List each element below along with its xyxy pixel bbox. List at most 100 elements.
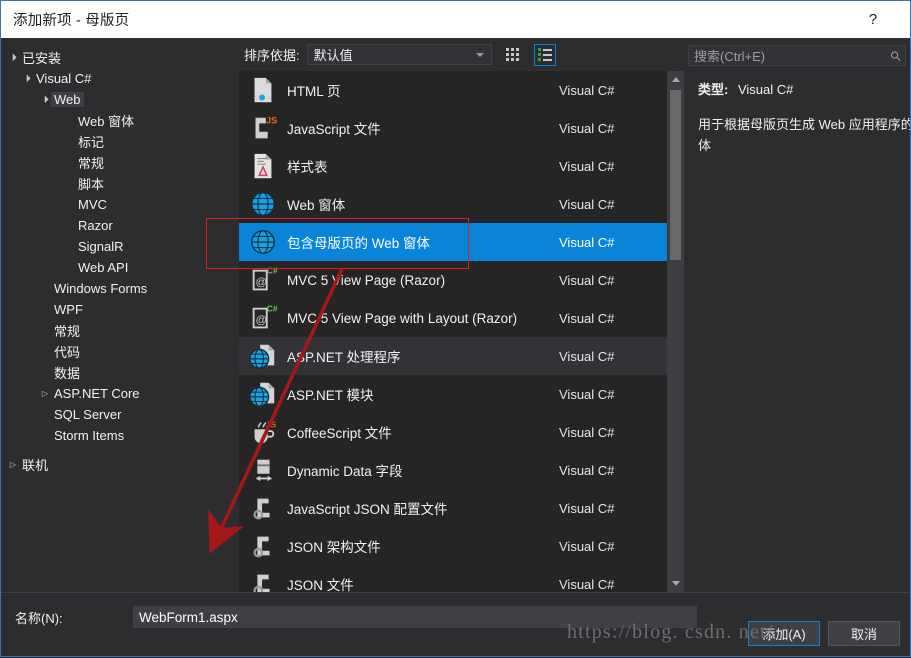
templates-list: < > HTML 页 Visual C# JS JavaScript 文件 Visual C… bbox=[239, 71, 667, 592]
list-item-name: Dynamic Data 字段 bbox=[287, 464, 403, 479]
sidebar-item-label: MVC bbox=[78, 197, 107, 212]
razor-view-icon: @C# bbox=[252, 265, 278, 291]
tile-view-button[interactable] bbox=[502, 44, 524, 66]
details-pane: 搜索(Ctrl+E) 类型: Visual C# 用于根据母版页生成 Web 应… bbox=[684, 38, 910, 592]
sidebar-item-11[interactable]: Windows Forms bbox=[1, 278, 239, 299]
json-file-icon bbox=[253, 574, 270, 592]
list-item-language: Visual C# bbox=[559, 196, 615, 212]
javascript-file-icon: JS bbox=[255, 115, 277, 139]
aspnet-module-icon bbox=[249, 382, 275, 407]
sort-by-dropdown[interactable]: 默认值 bbox=[306, 44, 492, 65]
expand-arrow-icon[interactable]: ◢ bbox=[38, 93, 51, 106]
sidebar-item-18[interactable]: Storm Items bbox=[1, 425, 239, 446]
cancel-button[interactable]: 取消 bbox=[828, 621, 900, 646]
list-item[interactable]: JavaScript JSON 配置文件 Visual C# bbox=[239, 489, 667, 527]
json-config-file-icon bbox=[253, 498, 270, 520]
sidebar-item-10[interactable]: Web API bbox=[1, 257, 239, 278]
dynamic-data-field-icon bbox=[256, 459, 272, 482]
details-body: 类型: Visual C# 用于根据母版页生成 Web 应用程序的窗体 bbox=[684, 79, 910, 156]
sidebar-item-label: 数据 bbox=[54, 366, 81, 381]
sidebar-item-5[interactable]: 常规 bbox=[1, 152, 239, 173]
list-item-language: Visual C# bbox=[559, 500, 615, 516]
help-icon[interactable]: ? bbox=[862, 8, 884, 30]
expand-arrow-icon[interactable]: ◢ bbox=[20, 72, 33, 85]
details-type-label: 类型: bbox=[698, 82, 729, 97]
list-item[interactable]: < > HTML 页 Visual C# bbox=[239, 71, 667, 109]
svg-text:@: @ bbox=[256, 277, 267, 289]
sidebar-item-8[interactable]: Razor bbox=[1, 215, 239, 236]
scroll-down-arrow-icon[interactable] bbox=[667, 575, 684, 592]
list-item-icon bbox=[247, 492, 279, 524]
list-item-icon bbox=[247, 340, 279, 372]
templates-scrollbar[interactable] bbox=[667, 71, 684, 592]
collapse-arrow-icon[interactable]: ▷ bbox=[7, 460, 19, 469]
details-type-value: Visual C# bbox=[737, 82, 794, 97]
list-icon bbox=[537, 48, 552, 61]
name-row: 名称(N): WebForm1.aspx bbox=[15, 606, 697, 628]
list-item[interactable]: ASP.NET 模块 Visual C# bbox=[239, 375, 667, 413]
list-item-language: Visual C# bbox=[559, 82, 615, 98]
name-label: 名称(N): bbox=[15, 610, 63, 626]
list-item-icon bbox=[247, 150, 279, 182]
details-description: 用于根据母版页生成 Web 应用程序的窗体 bbox=[698, 117, 910, 153]
sidebar-item-9[interactable]: SignalR bbox=[1, 236, 239, 257]
svg-text:JS: JS bbox=[266, 419, 277, 429]
sidebar-item-label: 常规 bbox=[54, 324, 81, 339]
list-item[interactable]: JSON 文件 Visual C# bbox=[239, 565, 667, 592]
footer-divider bbox=[1, 592, 910, 593]
sidebar-item-17[interactable]: SQL Server bbox=[1, 404, 239, 425]
sidebar-item-0[interactable]: ◢ 已安装 bbox=[1, 47, 239, 68]
list-item-name: JSON 架构文件 bbox=[287, 540, 381, 555]
list-item[interactable]: @ C# MVC 5 View Page with Layout (Razor) Vi… bbox=[239, 299, 667, 337]
list-item-icon bbox=[247, 378, 279, 410]
sidebar-item-13[interactable]: 常规 bbox=[1, 320, 239, 341]
sidebar-item-label: 代码 bbox=[54, 345, 81, 360]
list-item[interactable]: Web 窗体 Visual C# bbox=[239, 185, 667, 223]
search-icon bbox=[890, 50, 901, 61]
list-item[interactable]: JS CoffeeScript 文件 Visual C# bbox=[239, 413, 667, 451]
list-view-button[interactable] bbox=[533, 43, 556, 66]
sidebar-item-19[interactable]: ▷ 联机 bbox=[1, 454, 239, 475]
list-item[interactable]: 样式表 Visual C# bbox=[239, 147, 667, 185]
list-item-name: JSON 文件 bbox=[287, 578, 354, 592]
sidebar-item-label: 脚本 bbox=[78, 177, 105, 192]
grid-icon bbox=[506, 48, 520, 61]
list-item-language: Visual C# bbox=[559, 158, 615, 174]
list-item[interactable]: JSON 架构文件 Visual C# bbox=[239, 527, 667, 565]
list-item-language: Visual C# bbox=[559, 576, 615, 592]
name-input[interactable]: WebForm1.aspx bbox=[133, 606, 697, 628]
list-item[interactable]: ASP.NET 处理程序 Visual C# bbox=[239, 337, 667, 375]
scrollbar-thumb[interactable] bbox=[670, 90, 681, 260]
list-item-icon bbox=[247, 568, 279, 592]
sidebar-item-label: Web bbox=[51, 92, 84, 107]
sidebar-item-14[interactable]: 代码 bbox=[1, 341, 239, 362]
list-item-name: MVC 5 View Page (Razor) bbox=[287, 272, 446, 288]
list-item[interactable]: Dynamic Data 字段 Visual C# bbox=[239, 451, 667, 489]
expand-arrow-icon[interactable]: ◢ bbox=[6, 51, 19, 64]
sidebar-item-7[interactable]: MVC bbox=[1, 194, 239, 215]
list-item[interactable]: JS JavaScript 文件 Visual C# bbox=[239, 109, 667, 147]
scroll-up-arrow-icon[interactable] bbox=[667, 71, 684, 88]
title-bar: 添加新项 - 母版页 ? bbox=[1, 1, 910, 38]
sidebar-item-15[interactable]: 数据 bbox=[1, 362, 239, 383]
list-item-language: Visual C# bbox=[559, 538, 615, 554]
sidebar-item-3[interactable]: Web 窗体 bbox=[1, 110, 239, 131]
list-item-icon bbox=[247, 454, 279, 486]
list-item-icon: JS bbox=[247, 416, 279, 448]
sidebar-item-label: Razor bbox=[78, 218, 113, 233]
svg-text:C#: C# bbox=[267, 265, 278, 275]
sidebar-item-label: ASP.NET Core bbox=[54, 386, 140, 401]
sidebar-item-16[interactable]: ▷ ASP.NET Core bbox=[1, 383, 239, 404]
sidebar-item-12[interactable]: WPF bbox=[1, 299, 239, 320]
collapse-arrow-icon[interactable]: ▷ bbox=[39, 389, 51, 398]
sidebar-item-label: Web 窗体 bbox=[78, 114, 135, 129]
add-button[interactable]: 添加(A) bbox=[748, 621, 820, 646]
list-item[interactable]: @ C# MVC 5 View Page (Razor) Visual C# bbox=[239, 261, 667, 299]
sidebar-item-1[interactable]: ◢ Visual C# bbox=[1, 68, 239, 89]
sidebar-item-4[interactable]: 标记 bbox=[1, 131, 239, 152]
list-item[interactable]: 包含母版页的 Web 窗体 Visual C# bbox=[239, 223, 667, 261]
sidebar-item-6[interactable]: 脚本 bbox=[1, 173, 239, 194]
sidebar-item-2[interactable]: ◢ Web bbox=[1, 89, 239, 110]
svg-text:C#: C# bbox=[267, 303, 278, 313]
search-input[interactable]: 搜索(Ctrl+E) bbox=[688, 45, 906, 66]
